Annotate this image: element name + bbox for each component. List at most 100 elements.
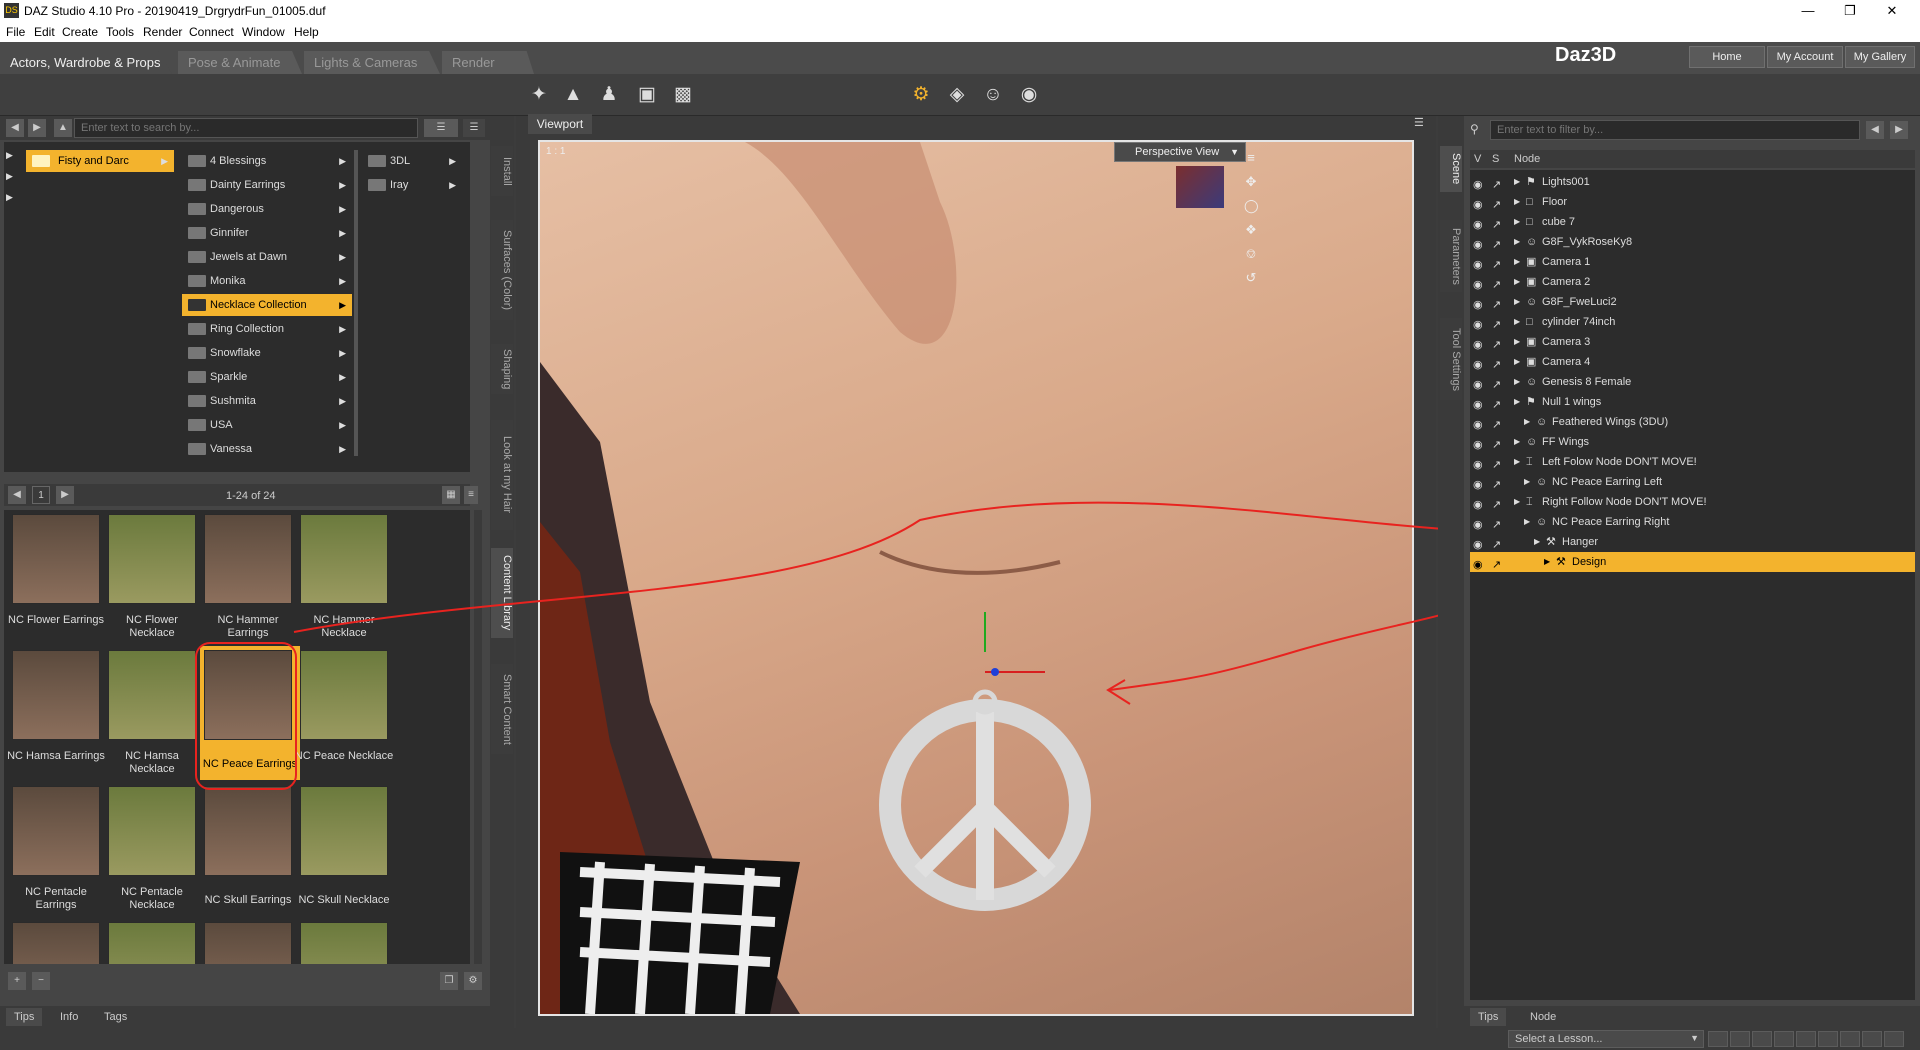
expand-arrow-icon[interactable]: ▶ <box>1514 332 1520 352</box>
lesson-step[interactable] <box>1840 1031 1860 1047</box>
expand-arrow-icon[interactable]: ▶ <box>1524 472 1530 492</box>
expand-arrow-icon[interactable]: ▶ <box>1514 492 1520 512</box>
eye-icon[interactable]: ◉ <box>1473 555 1483 575</box>
scene-node-label: Camera 3 <box>1542 336 1591 348</box>
scene-node-row[interactable]: ◉ ↗ ▶ □ cube 7 <box>1470 212 1915 232</box>
lesson-select[interactable]: Select a Lesson... ▼ <box>1508 1030 1704 1048</box>
scene-node-label: Design <box>1572 556 1607 568</box>
arrowhead-left <box>1106 679 1131 705</box>
scene-node-row[interactable]: ◉ ↗ ▶ ▣ Camera 4 <box>1470 352 1915 372</box>
scene-column-header: V S Node <box>1470 150 1915 168</box>
col-node[interactable]: Node <box>1514 153 1540 165</box>
scene-node-label: Genesis 8 Female <box>1542 376 1632 388</box>
expand-arrow-icon[interactable]: ▶ <box>1514 272 1520 292</box>
node-type-icon: ☺ <box>1536 516 1548 528</box>
search-icon: ⚲ <box>1470 122 1479 136</box>
expand-arrow-icon[interactable]: ▶ <box>1544 552 1550 572</box>
scene-node-row[interactable]: ◉ ↗ ▶ □ Floor <box>1470 192 1915 212</box>
scene-node-row[interactable]: ◉ ↗ ▶ ☺ G8F_FweLuci2 <box>1470 292 1915 312</box>
expand-arrow-icon[interactable]: ▶ <box>1514 392 1520 412</box>
scene-node-label: Camera 4 <box>1542 356 1591 368</box>
arrow-to-hanger <box>293 501 1459 633</box>
scene-node-row[interactable]: ◉ ↗ ▶ ⚑ Null 1 wings <box>1470 392 1915 412</box>
node-type-icon: ⚒ <box>1556 556 1566 568</box>
scene-node-label: Null 1 wings <box>1542 396 1602 408</box>
expand-arrow-icon[interactable]: ▶ <box>1514 312 1520 332</box>
scene-node-row[interactable]: ◉ ↗ ▶ ⚒ Design <box>1470 552 1915 572</box>
scene-node-label: cube 7 <box>1542 216 1576 228</box>
tab-tips-right[interactable]: Tips <box>1470 1008 1507 1026</box>
scene-filter-input[interactable] <box>1490 120 1860 140</box>
expand-arrow-icon[interactable]: ▶ <box>1514 432 1520 452</box>
highlight-peace-earrings <box>195 642 297 790</box>
col-visible[interactable]: V <box>1474 153 1481 165</box>
scene-node-label: NC Peace Earring Right <box>1552 516 1670 528</box>
scene-node-row[interactable]: ◉ ↗ ▶ ☺ Feathered Wings (3DU) <box>1470 412 1915 432</box>
scene-node-label: FF Wings <box>1542 436 1590 448</box>
node-type-icon: ⚑ <box>1526 396 1536 408</box>
scene-node-row[interactable]: ◉ ↗ ▶ ⌶ Right Follow Node DON'T MOVE! <box>1470 492 1915 512</box>
expand-arrow-icon[interactable]: ▶ <box>1514 172 1520 192</box>
scene-node-label: cylinder 74inch <box>1542 316 1616 328</box>
node-type-icon: ⚑ <box>1526 176 1536 188</box>
lesson-step[interactable] <box>1818 1031 1838 1047</box>
expand-arrow-icon[interactable]: ▶ <box>1524 512 1530 532</box>
scene-node-row[interactable]: ◉ ↗ ▶ □ cylinder 74inch <box>1470 312 1915 332</box>
scene-node-label: Lights001 <box>1542 176 1590 188</box>
expand-arrow-icon[interactable]: ▶ <box>1534 532 1540 552</box>
col-selectable[interactable]: S <box>1492 153 1499 165</box>
next-arrow-icon[interactable]: ▶ <box>1890 121 1908 139</box>
expand-arrow-icon[interactable]: ▶ <box>1514 212 1520 232</box>
node-type-icon: ☺ <box>1536 416 1548 428</box>
lesson-select-label: Select a Lesson... <box>1515 1033 1603 1045</box>
scene-node-row[interactable]: ◉ ↗ ▶ ☺ FF Wings <box>1470 432 1915 452</box>
lesson-step[interactable] <box>1884 1031 1904 1047</box>
sidetab-parameters[interactable]: Parameters <box>1440 220 1462 292</box>
scene-node-row[interactable]: ◉ ↗ ▶ ▣ Camera 1 <box>1470 252 1915 272</box>
scene-node-label: Feathered Wings (3DU) <box>1552 416 1669 428</box>
node-type-icon: ☺ <box>1526 376 1538 388</box>
scene-node-label: Left Folow Node DON'T MOVE! <box>1542 456 1697 468</box>
lesson-step[interactable] <box>1708 1031 1728 1047</box>
node-type-icon: ☺ <box>1536 476 1548 488</box>
scene-node-row[interactable]: ◉ ↗ ▶ ☺ G8F_VykRoseKy8 <box>1470 232 1915 252</box>
scene-node-row[interactable]: ◉ ↗ ▶ ▣ Camera 3 <box>1470 332 1915 352</box>
node-type-icon: ⌶ <box>1526 496 1533 508</box>
scene-node-row[interactable]: ◉ ↗ ▶ ⚒ Hanger <box>1470 532 1915 552</box>
node-type-icon: ▣ <box>1526 356 1537 368</box>
right-bottom-tabs: Tips Node <box>1464 1006 1920 1028</box>
node-type-icon: ☺ <box>1526 436 1538 448</box>
expand-arrow-icon[interactable]: ▶ <box>1514 232 1520 252</box>
expand-arrow-icon[interactable]: ▶ <box>1524 412 1530 432</box>
prev-arrow-icon[interactable]: ◀ <box>1866 121 1884 139</box>
expand-arrow-icon[interactable]: ▶ <box>1514 292 1520 312</box>
sidetab-scene[interactable]: Scene <box>1440 146 1462 192</box>
lesson-step[interactable] <box>1796 1031 1816 1047</box>
scene-node-label: NC Peace Earring Left <box>1552 476 1663 488</box>
expand-arrow-icon[interactable]: ▶ <box>1514 352 1520 372</box>
lesson-step[interactable] <box>1730 1031 1750 1047</box>
expand-arrow-icon[interactable]: ▶ <box>1514 192 1520 212</box>
node-type-icon: ☺ <box>1526 236 1538 248</box>
scene-node-row[interactable]: ◉ ↗ ▶ ☺ Genesis 8 Female <box>1470 372 1915 392</box>
lesson-step[interactable] <box>1774 1031 1794 1047</box>
sidetab-tool-settings[interactable]: Tool Settings <box>1440 318 1462 400</box>
scene-node-row[interactable]: ◉ ↗ ▶ ⌶ Left Folow Node DON'T MOVE! <box>1470 452 1915 472</box>
scene-node-label: G8F_FweLuci2 <box>1542 296 1617 308</box>
scene-node-row[interactable]: ◉ ↗ ▶ ⚑ Lights001 <box>1470 172 1915 192</box>
scene-node-label: G8F_VykRoseKy8 <box>1542 236 1633 248</box>
node-type-icon: ▣ <box>1526 256 1537 268</box>
chevron-down-icon: ▼ <box>1690 1033 1699 1043</box>
tab-node[interactable]: Node <box>1522 1008 1564 1026</box>
lesson-step[interactable] <box>1862 1031 1882 1047</box>
scene-node-row[interactable]: ◉ ↗ ▶ ☺ NC Peace Earring Left <box>1470 472 1915 492</box>
lesson-step[interactable] <box>1752 1031 1772 1047</box>
expand-arrow-icon[interactable]: ▶ <box>1514 452 1520 472</box>
scene-node-row[interactable]: ◉ ↗ ▶ ▣ Camera 2 <box>1470 272 1915 292</box>
scene-node-row[interactable]: ◉ ↗ ▶ ☺ NC Peace Earring Right <box>1470 512 1915 532</box>
expand-arrow-icon[interactable]: ▶ <box>1514 252 1520 272</box>
node-type-icon: □ <box>1526 316 1533 328</box>
select-arrow-icon[interactable]: ↗ <box>1492 555 1501 575</box>
node-type-icon: ▣ <box>1526 276 1537 288</box>
expand-arrow-icon[interactable]: ▶ <box>1514 372 1520 392</box>
